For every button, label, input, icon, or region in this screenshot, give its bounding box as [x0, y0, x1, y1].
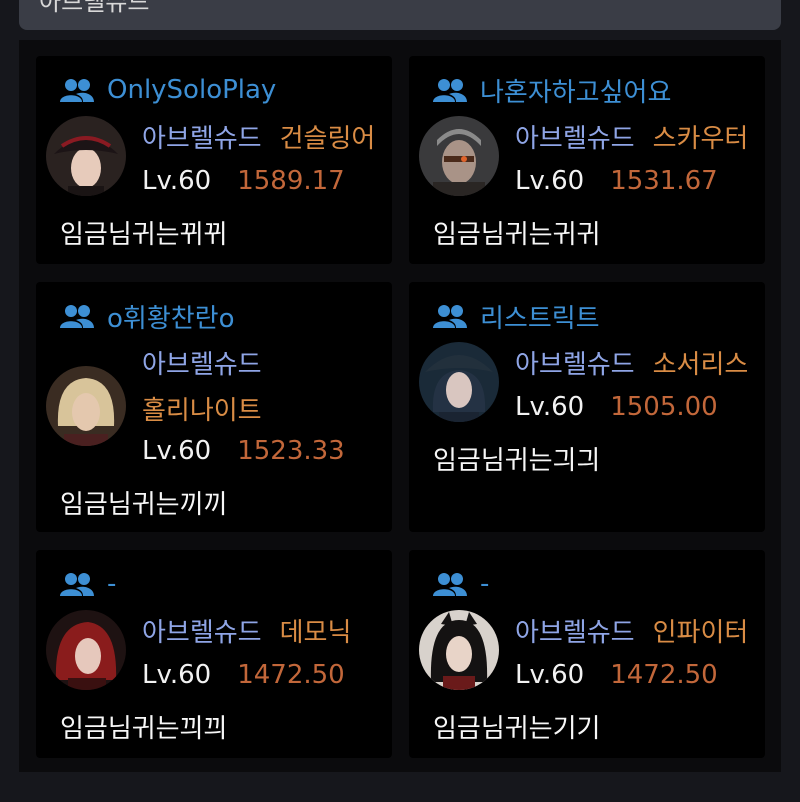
item-score: 1472.50: [610, 660, 718, 690]
character-card[interactable]: 리스트릭트 아브렐슈드 소서리스 Lv.60 1505.00 임금님귀는긔긔: [409, 282, 765, 532]
guild-name[interactable]: 나혼자하고싶어요: [480, 72, 671, 109]
users-icon: [433, 79, 467, 102]
demonic-avatar: [46, 610, 126, 690]
level-score-row: Lv.60 1505.00: [515, 392, 718, 422]
level-score-row: Lv.60 1531.67: [515, 166, 718, 196]
character-name[interactable]: 임금님귀는귀귀: [433, 214, 600, 251]
guild-name[interactable]: o휘황찬란o: [107, 298, 235, 335]
guild-row: 리스트릭트: [433, 298, 600, 334]
server-name: 아브렐슈드: [142, 350, 262, 380]
level-score-row: Lv.60 1472.50: [142, 660, 345, 690]
server-row: 아브렐슈드: [142, 344, 262, 381]
guild-name[interactable]: -: [480, 569, 489, 599]
server-class-row: 아브렐슈드 소서리스: [515, 344, 748, 381]
character-card[interactable]: OnlySoloPlay 아브렐슈드 건슬링어 Lv.60 1589.17 임금…: [36, 56, 392, 264]
class-name: 데모닉: [279, 618, 352, 648]
level-score-row: Lv.60 1523.33: [142, 436, 345, 466]
class-row: 홀리나이트: [142, 390, 262, 427]
server-class-row: 아브렐슈드 건슬링어: [142, 118, 375, 155]
guild-row: o휘황찬란o: [60, 298, 235, 334]
server-class-row: 아브렐슈드 스카우터: [515, 118, 748, 155]
guild-row: -: [433, 566, 489, 602]
level: Lv.60: [142, 436, 212, 466]
server-class-row: 아브렐슈드 인파이터: [515, 612, 748, 649]
server-class-row: 아브렐슈드 데모닉: [142, 612, 351, 649]
guild-row: -: [60, 566, 116, 602]
character-name[interactable]: 임금님귀는긔긔: [433, 440, 600, 477]
level: Lv.60: [515, 660, 585, 690]
class-name: 인파이터: [652, 618, 749, 648]
item-score: 1531.67: [610, 166, 718, 196]
item-score: 1505.00: [610, 392, 718, 422]
server-name: 아브렐슈드: [142, 124, 262, 154]
character-name[interactable]: 임금님귀는끠끠: [60, 708, 227, 745]
level: Lv.60: [515, 392, 585, 422]
level-score-row: Lv.60 1589.17: [142, 166, 345, 196]
server-name: 아브렐슈드: [142, 618, 262, 648]
level: Lv.60: [142, 166, 212, 196]
guild-row: OnlySoloPlay: [60, 72, 276, 108]
server-name: 아브렐슈드: [515, 350, 635, 380]
character-name[interactable]: 임금님귀는끼끼: [60, 484, 227, 521]
level: Lv.60: [515, 166, 585, 196]
character-name[interactable]: 임금님귀는뀌뀌: [60, 214, 227, 251]
character-card[interactable]: - 아브렐슈드 데모닉 Lv.60 1472.50 임금님귀는끠끠: [36, 550, 392, 758]
users-icon: [433, 573, 467, 596]
level-score-row: Lv.60 1472.50: [515, 660, 718, 690]
gunslinger-avatar: [46, 116, 126, 196]
class-name: 건슬링어: [279, 124, 376, 154]
guild-row: 나혼자하고싶어요: [433, 72, 671, 108]
character-list-panel: OnlySoloPlay 아브렐슈드 건슬링어 Lv.60 1589.17 임금…: [19, 40, 781, 772]
sorceress-avatar: [419, 342, 499, 422]
guild-name[interactable]: 리스트릭트: [480, 298, 600, 335]
server-name: 아브렐슈드: [515, 618, 635, 648]
character-card[interactable]: o휘황찬란o 아브렐슈드 홀리나이트 Lv.60 1523.33 임금님귀는끼끼: [36, 282, 392, 532]
class-name: 스카우터: [652, 124, 749, 154]
character-name[interactable]: 임금님귀는기기: [433, 708, 600, 745]
users-icon: [433, 305, 467, 328]
users-icon: [60, 79, 94, 102]
search-bar[interactable]: 아브렐슈드: [19, 0, 781, 30]
character-card[interactable]: 나혼자하고싶어요 아브렐슈드 스카우터 Lv.60 1531.67 임금님귀는귀…: [409, 56, 765, 264]
users-icon: [60, 305, 94, 328]
search-bar-text: 아브렐슈드: [39, 0, 150, 16]
scouter-avatar: [419, 116, 499, 196]
guild-name[interactable]: OnlySoloPlay: [107, 75, 276, 105]
server-name: 아브렐슈드: [515, 124, 635, 154]
item-score: 1472.50: [237, 660, 345, 690]
character-card[interactable]: - 아브렐슈드 인파이터 Lv.60 1472.50 임금님귀는기기: [409, 550, 765, 758]
class-name: 소서리스: [652, 350, 749, 380]
holyknight-avatar: [46, 366, 126, 446]
item-score: 1523.33: [237, 436, 345, 466]
level: Lv.60: [142, 660, 212, 690]
infighter-avatar: [419, 610, 499, 690]
guild-name[interactable]: -: [107, 569, 116, 599]
item-score: 1589.17: [237, 166, 345, 196]
users-icon: [60, 573, 94, 596]
class-name: 홀리나이트: [142, 396, 262, 426]
